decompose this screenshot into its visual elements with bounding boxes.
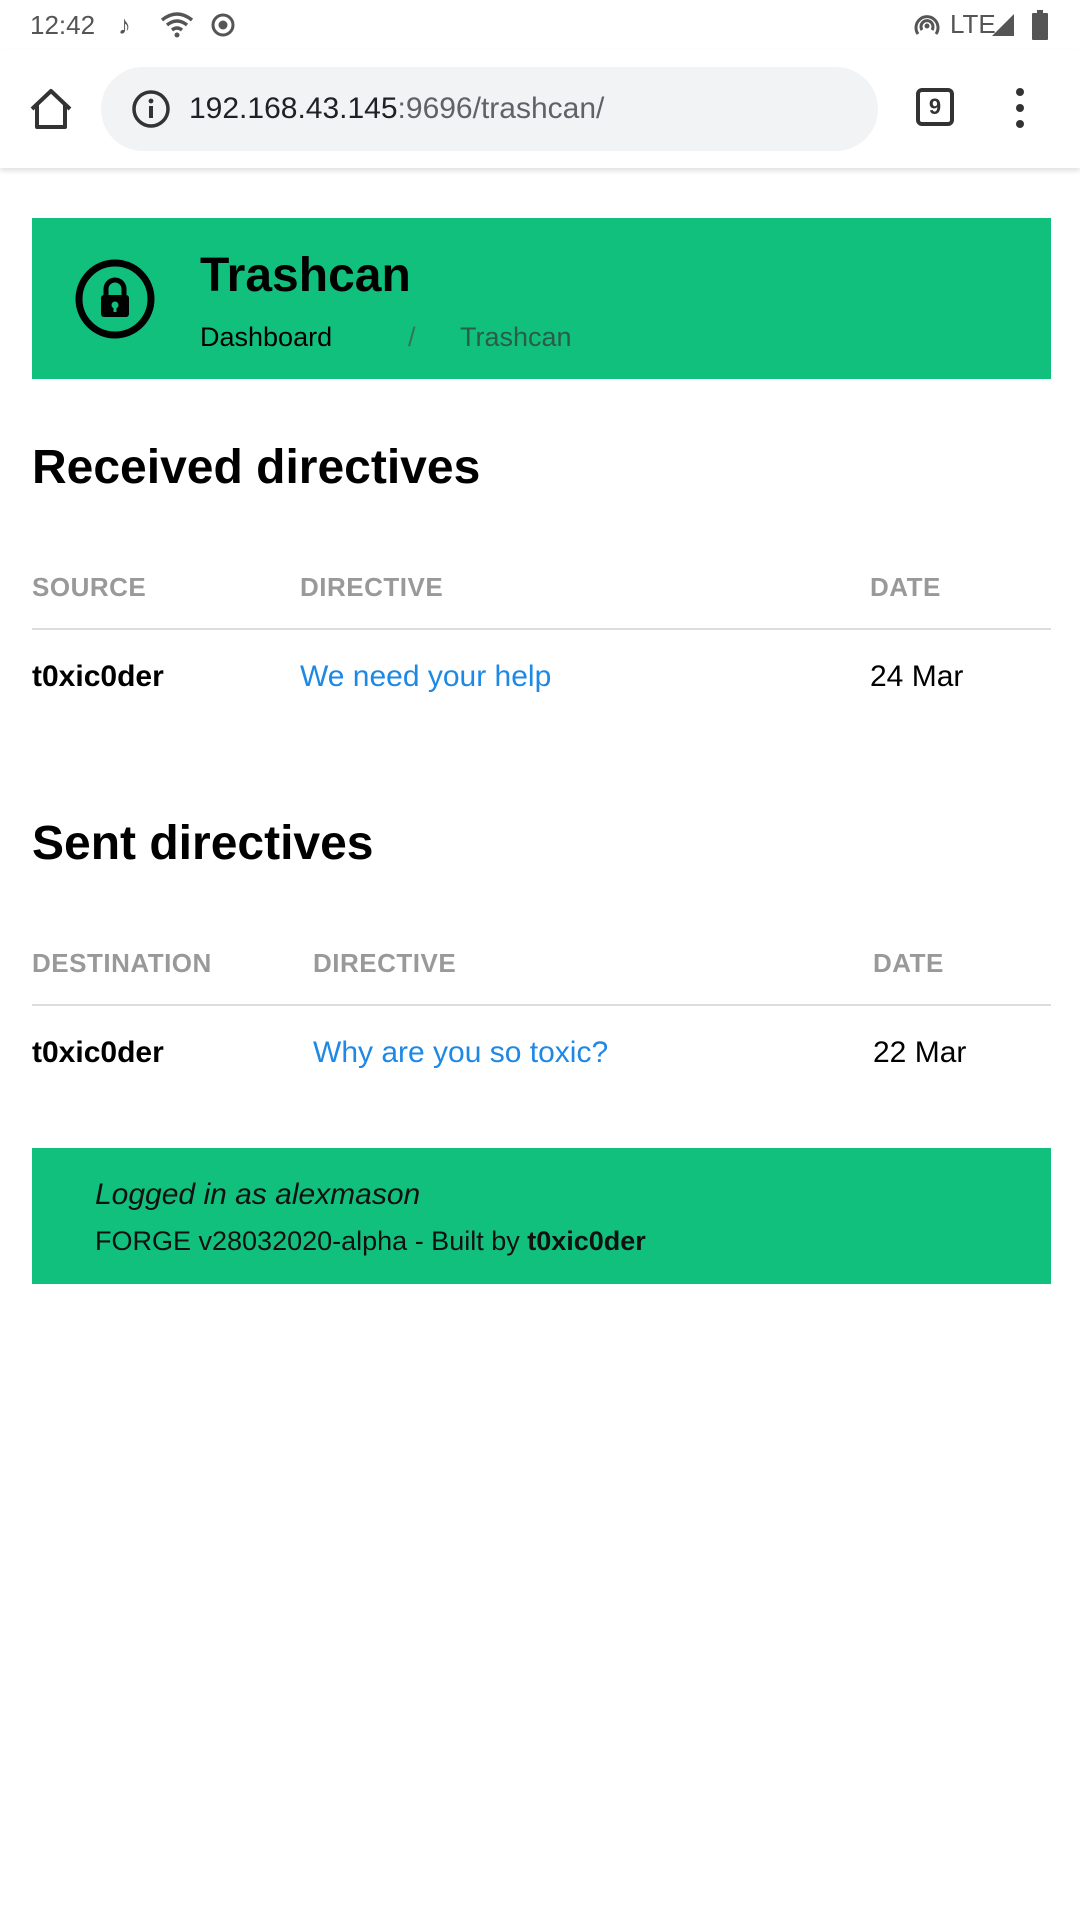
overflow-menu-icon[interactable] <box>1006 84 1034 132</box>
sent-row-date: 22 Mar <box>873 1036 967 1069</box>
status-bar: 12:42 ♪ LTE <box>0 0 1080 50</box>
wifi-icon <box>160 12 194 38</box>
info-icon[interactable] <box>131 89 171 129</box>
breadcrumb-separator: / <box>408 322 416 352</box>
logged-in-text: Logged in as alexmason <box>95 1178 421 1211</box>
url-text[interactable]: 192.168.43.145:9696/trashcan/ <box>189 89 604 129</box>
hotspot-icon <box>914 15 940 35</box>
received-col-directive: DIRECTIVE <box>300 572 444 602</box>
page-footer: Logged in as alexmason FORGE v28032020-a… <box>32 1148 1051 1284</box>
address-bar[interactable]: 192.168.43.145:9696/trashcan/ <box>101 67 878 151</box>
browser-toolbar: 192.168.43.145:9696/trashcan/ 9 <box>0 50 1080 168</box>
home-icon[interactable] <box>28 87 74 131</box>
received-table-divider <box>32 628 1051 630</box>
network-type: LTE <box>950 9 996 39</box>
sent-col-directive: DIRECTIVE <box>313 948 457 978</box>
build-author: t0xic0der <box>527 1226 646 1256</box>
url-path: :9696/trashcan/ <box>397 92 605 125</box>
received-col-date: DATE <box>870 572 941 602</box>
battery-icon <box>1032 10 1048 40</box>
tab-switcher-button[interactable]: 9 <box>916 88 954 126</box>
received-row-directive-link[interactable]: We need your help <box>300 660 551 694</box>
lock-icon <box>75 259 155 339</box>
breadcrumb-current: Trashcan <box>460 322 572 352</box>
record-icon <box>211 13 235 37</box>
page-title: Trashcan <box>200 249 411 302</box>
sent-col-destination: DESTINATION <box>32 948 212 978</box>
received-row-source: t0xic0der <box>32 660 164 693</box>
sent-row-destination: t0xic0der <box>32 1036 164 1069</box>
received-directives-heading: Received directives <box>32 441 481 494</box>
url-host: 192.168.43.145 <box>189 92 398 125</box>
sent-col-date: DATE <box>873 948 944 978</box>
build-info: FORGE v28032020-alpha - Built by t0xic0d… <box>95 1226 646 1257</box>
sent-directives-heading: Sent directives <box>32 817 374 870</box>
received-col-source: SOURCE <box>32 572 147 602</box>
build-text: FORGE v28032020-alpha - Built by <box>95 1226 528 1256</box>
music-note-icon: ♪ <box>118 10 131 40</box>
sent-table-divider <box>32 1004 1051 1006</box>
page-header: Trashcan Dashboard / Trashcan <box>32 218 1051 379</box>
sent-row-directive-link[interactable]: Why are you so toxic? <box>313 1036 608 1070</box>
status-time: 12:42 <box>30 10 96 40</box>
signal-icon <box>992 14 1014 36</box>
breadcrumb-dashboard-link[interactable]: Dashboard <box>200 322 332 353</box>
received-row-date: 24 Mar <box>870 660 964 693</box>
